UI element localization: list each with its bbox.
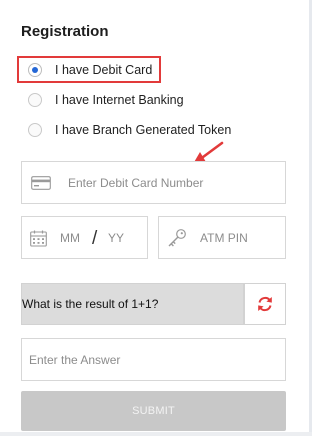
radio-label-branch-token: I have Branch Generated Token xyxy=(55,123,232,137)
month-placeholder: MM xyxy=(60,231,80,245)
radio-button-branch-token[interactable] xyxy=(28,123,42,137)
radio-option-branch-token[interactable]: I have Branch Generated Token xyxy=(28,121,231,139)
submit-button[interactable]: SUBMIT xyxy=(21,391,286,431)
radio-option-internet-banking[interactable]: I have Internet Banking xyxy=(28,91,184,109)
registration-page: Registration I have Debit Card I have In… xyxy=(0,0,312,436)
credit-card-icon xyxy=(31,176,51,190)
page-title: Registration xyxy=(21,23,109,40)
bottom-border xyxy=(0,432,312,436)
debit-card-number-placeholder: Enter Debit Card Number xyxy=(68,176,204,190)
radio-button-debit-card[interactable] xyxy=(28,63,42,77)
atm-pin-input[interactable]: ATM PIN xyxy=(158,216,286,259)
date-separator: / xyxy=(92,228,98,249)
captcha-question-box: What is the result of 1+1? xyxy=(21,283,244,325)
year-placeholder: YY xyxy=(108,231,125,245)
debit-card-number-input[interactable]: Enter Debit Card Number xyxy=(21,161,286,204)
refresh-captcha-button[interactable] xyxy=(244,283,286,325)
radio-option-debit-card[interactable]: I have Debit Card xyxy=(28,61,152,79)
atm-pin-placeholder: ATM PIN xyxy=(200,231,248,245)
radio-label-internet-banking: I have Internet Banking xyxy=(55,93,184,107)
calendar-icon xyxy=(30,230,47,247)
radio-button-internet-banking[interactable] xyxy=(28,93,42,107)
radio-label-debit-card: I have Debit Card xyxy=(55,63,153,77)
expiry-date-input[interactable]: MM YY xyxy=(21,216,148,259)
captcha-answer-placeholder: Enter the Answer xyxy=(29,353,121,367)
refresh-icon xyxy=(258,296,272,312)
captcha-question: What is the result of 1+1? xyxy=(22,297,159,311)
right-border xyxy=(309,0,312,436)
key-icon xyxy=(168,229,186,247)
captcha-answer-input[interactable]: Enter the Answer xyxy=(21,338,286,381)
